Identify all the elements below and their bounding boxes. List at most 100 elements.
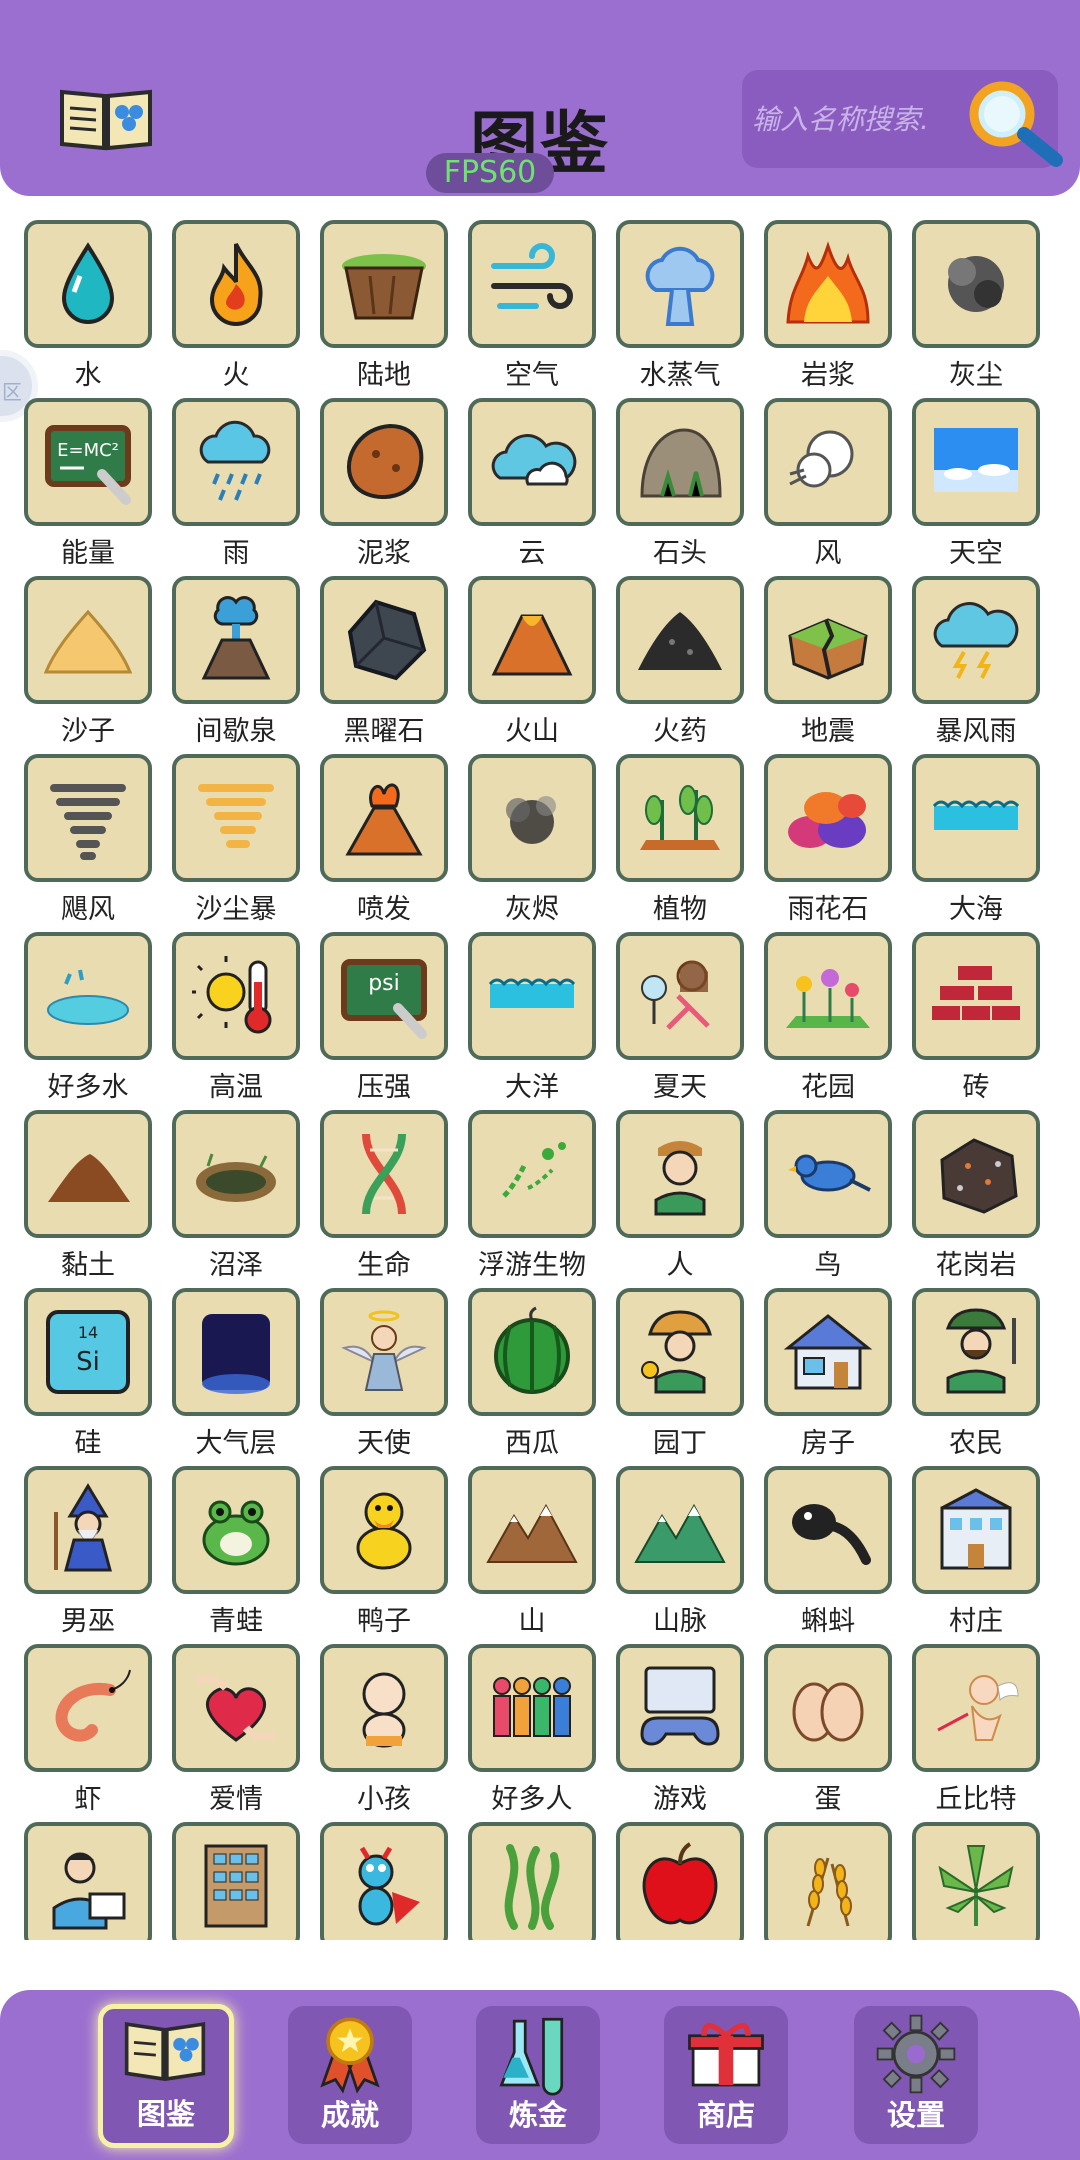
element-card[interactable]: 喷发 [320,754,448,932]
element-tile[interactable] [616,754,744,882]
element-card[interactable]: 雨 [172,398,300,576]
element-card[interactable]: 黏土 [24,1110,152,1288]
element-card[interactable]: 黑曜石 [320,576,448,754]
element-tile[interactable] [468,398,596,526]
element-card[interactable]: 蛋 [764,1644,892,1822]
element-card[interactable]: 山脉 [616,1466,744,1644]
element-tile[interactable] [24,932,152,1060]
element-tile[interactable] [24,754,152,882]
element-card[interactable]: 大洋 [468,932,596,1110]
element-tile[interactable] [172,1644,300,1772]
element-tile[interactable] [616,932,744,1060]
element-tile[interactable] [468,1466,596,1594]
element-tile[interactable] [320,1110,448,1238]
element-tile[interactable] [24,1466,152,1594]
element-card[interactable]: 花岗岩 [912,1110,1040,1288]
element-card[interactable]: 天使 [320,1288,448,1466]
element-tile[interactable] [912,398,1040,526]
element-card[interactable]: 灰烬 [468,754,596,932]
element-card[interactable]: 游戏 [616,1644,744,1822]
element-tile[interactable] [912,754,1040,882]
element-card[interactable]: 浮游生物 [468,1110,596,1288]
element-card[interactable]: 火 [172,220,300,398]
element-tile[interactable] [764,1822,892,1940]
element-card[interactable]: 男巫 [24,1466,152,1644]
element-tile[interactable] [616,398,744,526]
element-tile[interactable] [616,1644,744,1772]
element-tile[interactable] [468,220,596,348]
element-card[interactable]: 14 Si 硅 [24,1288,152,1466]
nav-tab-0[interactable]: 图鉴 [98,2004,234,2148]
element-tile[interactable] [616,1466,744,1594]
element-card[interactable] [172,1822,300,1940]
element-tile[interactable] [764,1644,892,1772]
element-tile[interactable] [616,576,744,704]
element-tile[interactable] [912,1644,1040,1772]
element-tile[interactable] [912,1466,1040,1594]
element-tile[interactable] [764,220,892,348]
element-card[interactable]: 人 [616,1110,744,1288]
element-tile[interactable]: 14 Si [24,1288,152,1416]
element-tile[interactable] [172,1466,300,1594]
element-card[interactable]: 暴风雨 [912,576,1040,754]
element-tile[interactable] [468,1822,596,1940]
element-card[interactable]: 好多人 [468,1644,596,1822]
element-tile[interactable] [764,1466,892,1594]
element-tile[interactable] [616,220,744,348]
nav-tab-4[interactable]: 设置 [854,2006,978,2144]
element-tile[interactable] [468,1288,596,1416]
element-tile[interactable] [24,1110,152,1238]
search-icon[interactable] [960,76,1064,168]
element-card[interactable]: 鸟 [764,1110,892,1288]
element-card[interactable] [912,1822,1040,1940]
element-card[interactable]: 蝌蚪 [764,1466,892,1644]
element-card[interactable] [320,1822,448,1940]
element-tile[interactable] [468,1110,596,1238]
element-tile[interactable] [172,1822,300,1940]
element-card[interactable]: 生命 [320,1110,448,1288]
element-tile[interactable] [764,754,892,882]
element-card[interactable]: 地震 [764,576,892,754]
element-tile[interactable] [172,576,300,704]
element-card[interactable]: 小孩 [320,1644,448,1822]
element-tile[interactable] [468,576,596,704]
element-tile[interactable] [172,932,300,1060]
element-card[interactable]: 陆地 [320,220,448,398]
element-tile[interactable] [616,1288,744,1416]
element-card[interactable]: 园丁 [616,1288,744,1466]
element-card[interactable]: 农民 [912,1288,1040,1466]
element-tile[interactable] [320,1288,448,1416]
element-card[interactable]: 西瓜 [468,1288,596,1466]
element-card[interactable]: 天空 [912,398,1040,576]
element-card[interactable]: psi 压强 [320,932,448,1110]
element-tile[interactable] [912,932,1040,1060]
element-tile[interactable] [172,1288,300,1416]
element-card[interactable]: 村庄 [912,1466,1040,1644]
element-tile[interactable] [320,576,448,704]
element-card[interactable]: 水蒸气 [616,220,744,398]
element-tile[interactable] [912,1822,1040,1940]
element-card[interactable]: 好多水 [24,932,152,1110]
element-card[interactable] [764,1822,892,1940]
element-tile[interactable] [468,932,596,1060]
element-card[interactable]: 沼泽 [172,1110,300,1288]
element-tile[interactable] [616,1110,744,1238]
element-card[interactable]: 丘比特 [912,1644,1040,1822]
element-tile[interactable]: psi [320,932,448,1060]
element-card[interactable]: 植物 [616,754,744,932]
element-tile[interactable] [172,398,300,526]
element-card[interactable]: 泥浆 [320,398,448,576]
element-card[interactable]: 灰尘 [912,220,1040,398]
element-tile[interactable] [616,1822,744,1940]
element-card[interactable]: 青蛙 [172,1466,300,1644]
element-tile[interactable] [320,1822,448,1940]
element-tile[interactable] [320,1644,448,1772]
element-card[interactable]: 空气 [468,220,596,398]
element-tile[interactable] [24,576,152,704]
element-tile[interactable] [912,1110,1040,1238]
nav-tab-3[interactable]: 商店 [664,2006,788,2144]
element-tile[interactable] [468,754,596,882]
element-tile[interactable] [912,1288,1040,1416]
element-card[interactable]: 砖 [912,932,1040,1110]
element-card[interactable] [468,1822,596,1940]
